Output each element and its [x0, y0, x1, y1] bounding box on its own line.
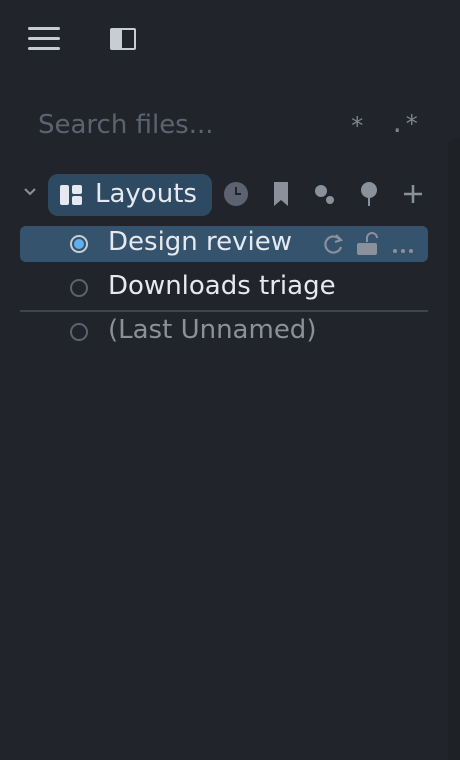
clock-icon[interactable] [224, 181, 250, 207]
item-actions [322, 232, 418, 256]
scroll-track[interactable] [448, 138, 460, 760]
dots-cluster-icon[interactable] [312, 181, 338, 207]
layout-item-label: Downloads triage [108, 271, 336, 301]
layout-item-downloads-triage[interactable]: Downloads triage [20, 270, 428, 306]
radio-unselected[interactable] [70, 323, 88, 341]
layouts-group-button[interactable]: Layouts [48, 174, 212, 216]
top-toolbar [0, 0, 460, 80]
glob-toggle[interactable]: * [350, 112, 364, 140]
chevron-down-icon[interactable] [24, 188, 36, 196]
bookmark-icon[interactable] [268, 181, 294, 207]
layouts-group-header: Layouts [20, 172, 430, 218]
lock-icon[interactable] [356, 232, 380, 260]
pin-icon[interactable] [356, 181, 382, 207]
layout-item-last-unnamed[interactable]: (Last Unnamed) [20, 314, 428, 350]
hamburger-menu-icon[interactable] [28, 27, 60, 51]
radio-unselected[interactable] [70, 279, 88, 297]
refresh-icon[interactable] [322, 232, 344, 260]
regex-toggle[interactable]: .* [390, 110, 419, 138]
layout-item-design-review[interactable]: Design review [20, 226, 428, 262]
layouts-group-label: Layouts [95, 179, 197, 209]
sidebar-panel-icon[interactable] [110, 28, 136, 50]
section-divider [20, 310, 428, 312]
add-icon[interactable] [400, 181, 426, 207]
radio-selected[interactable] [70, 235, 88, 253]
more-icon[interactable] [392, 240, 414, 259]
layout-item-label: (Last Unnamed) [108, 315, 317, 345]
layouts-grid-icon [60, 185, 82, 205]
search-bar: * .* [20, 100, 430, 150]
layout-item-label: Design review [108, 227, 293, 257]
search-input[interactable] [36, 106, 330, 144]
